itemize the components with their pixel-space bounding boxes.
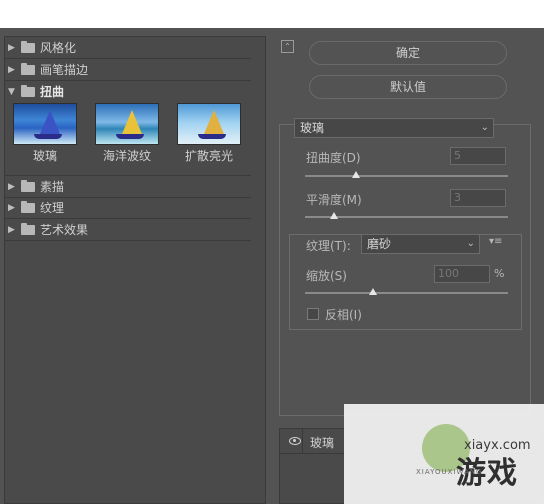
category-label: 画笔描边 (40, 63, 89, 77)
category-artistic[interactable]: ▶ 艺术效果 (5, 219, 251, 241)
folder-icon (21, 84, 35, 97)
smoothness-slider-handle[interactable] (330, 212, 338, 219)
distortion-slider-track[interactable] (305, 175, 508, 177)
category-label: 纹理 (40, 201, 65, 215)
smoothness-label: 平滑度(M) (306, 193, 362, 207)
invert-checkbox[interactable] (307, 308, 319, 320)
distortion-label: 扭曲度(D) (306, 151, 361, 165)
default-button[interactable]: 默认值 (309, 75, 507, 99)
smoothness-input[interactable]: 3 (450, 189, 506, 207)
eye-icon[interactable] (289, 437, 301, 445)
ok-button[interactable]: 确定 (309, 41, 507, 65)
folder-icon (21, 179, 35, 192)
thumbnail-label: 玻璃 (32, 149, 57, 163)
scaling-slider-handle[interactable] (368, 288, 377, 295)
thumbnail-label: 扩散亮光 (184, 149, 233, 163)
chevron-down-icon: ⌄ (480, 122, 489, 133)
collapse-panel-button[interactable]: ⌃ (281, 40, 294, 53)
category-label: 艺术效果 (40, 223, 89, 237)
watermark-subtext: XIAYOUXIWANG (416, 468, 483, 476)
expand-arrow-icon: ▶ (8, 42, 15, 53)
distortion-slider-handle[interactable] (351, 171, 360, 178)
invert-label: 反相(I) (325, 308, 362, 322)
texture-select-value: 磨砂 (367, 237, 392, 251)
sailboat-image (40, 110, 60, 134)
filter-gallery-panel: ▶ 风格化 ▶ 画笔描边 ▼ 扭曲 玻璃 海洋波纹 扩散亮光 ▶ 素描 ▶ 纹理… (4, 36, 266, 504)
category-label: 素描 (40, 180, 65, 194)
filter-select[interactable]: 玻璃 ⌄ (294, 118, 494, 138)
filter-select-value: 玻璃 (300, 121, 325, 135)
scaling-unit: % (494, 267, 505, 280)
category-stylize[interactable]: ▶ 风格化 (5, 37, 251, 59)
thumbnail-label: 海洋波纹 (102, 149, 151, 163)
sailboat-image (122, 110, 142, 134)
thumbnail-ocean-ripple[interactable] (95, 103, 159, 145)
site-watermark: xiayx.com 游戏 XIAYOUXIWANG (344, 404, 544, 504)
sailboat-image (204, 110, 224, 134)
expand-arrow-icon: ▶ (8, 202, 15, 213)
scaling-label: 缩放(S) (306, 269, 347, 283)
expand-arrow-icon: ▶ (8, 64, 15, 75)
texture-select[interactable]: 磨砂 ⌄ (361, 234, 480, 254)
category-texture[interactable]: ▶ 纹理 (5, 197, 251, 219)
chevron-down-icon: ⌄ (466, 238, 475, 249)
folder-icon (21, 222, 35, 235)
folder-icon (21, 62, 35, 75)
scaling-input[interactable]: 100 (434, 265, 490, 283)
effect-layer-name: 玻璃 (310, 436, 335, 450)
thumbnail-diffuse-glow[interactable] (177, 103, 241, 145)
category-sketch[interactable]: ▶ 素描 (5, 175, 251, 198)
texture-menu-icon[interactable]: ▾≡ (489, 236, 502, 247)
category-distort[interactable]: ▼ 扭曲 (5, 81, 251, 102)
expand-arrow-icon: ▶ (8, 224, 15, 235)
texture-label: 纹理(T): (304, 237, 353, 254)
expand-arrow-icon: ▶ (8, 181, 15, 192)
category-brush-strokes[interactable]: ▶ 画笔描边 (5, 59, 251, 81)
scaling-slider-track[interactable] (305, 292, 508, 294)
thumbnail-glass[interactable] (13, 103, 77, 145)
folder-icon (21, 200, 35, 213)
category-label: 扭曲 (40, 85, 65, 99)
distortion-input[interactable]: 5 (450, 147, 506, 165)
top-bar (0, 0, 544, 28)
collapse-arrow-icon: ▼ (8, 86, 15, 97)
category-label: 风格化 (40, 41, 77, 55)
folder-icon (21, 40, 35, 53)
